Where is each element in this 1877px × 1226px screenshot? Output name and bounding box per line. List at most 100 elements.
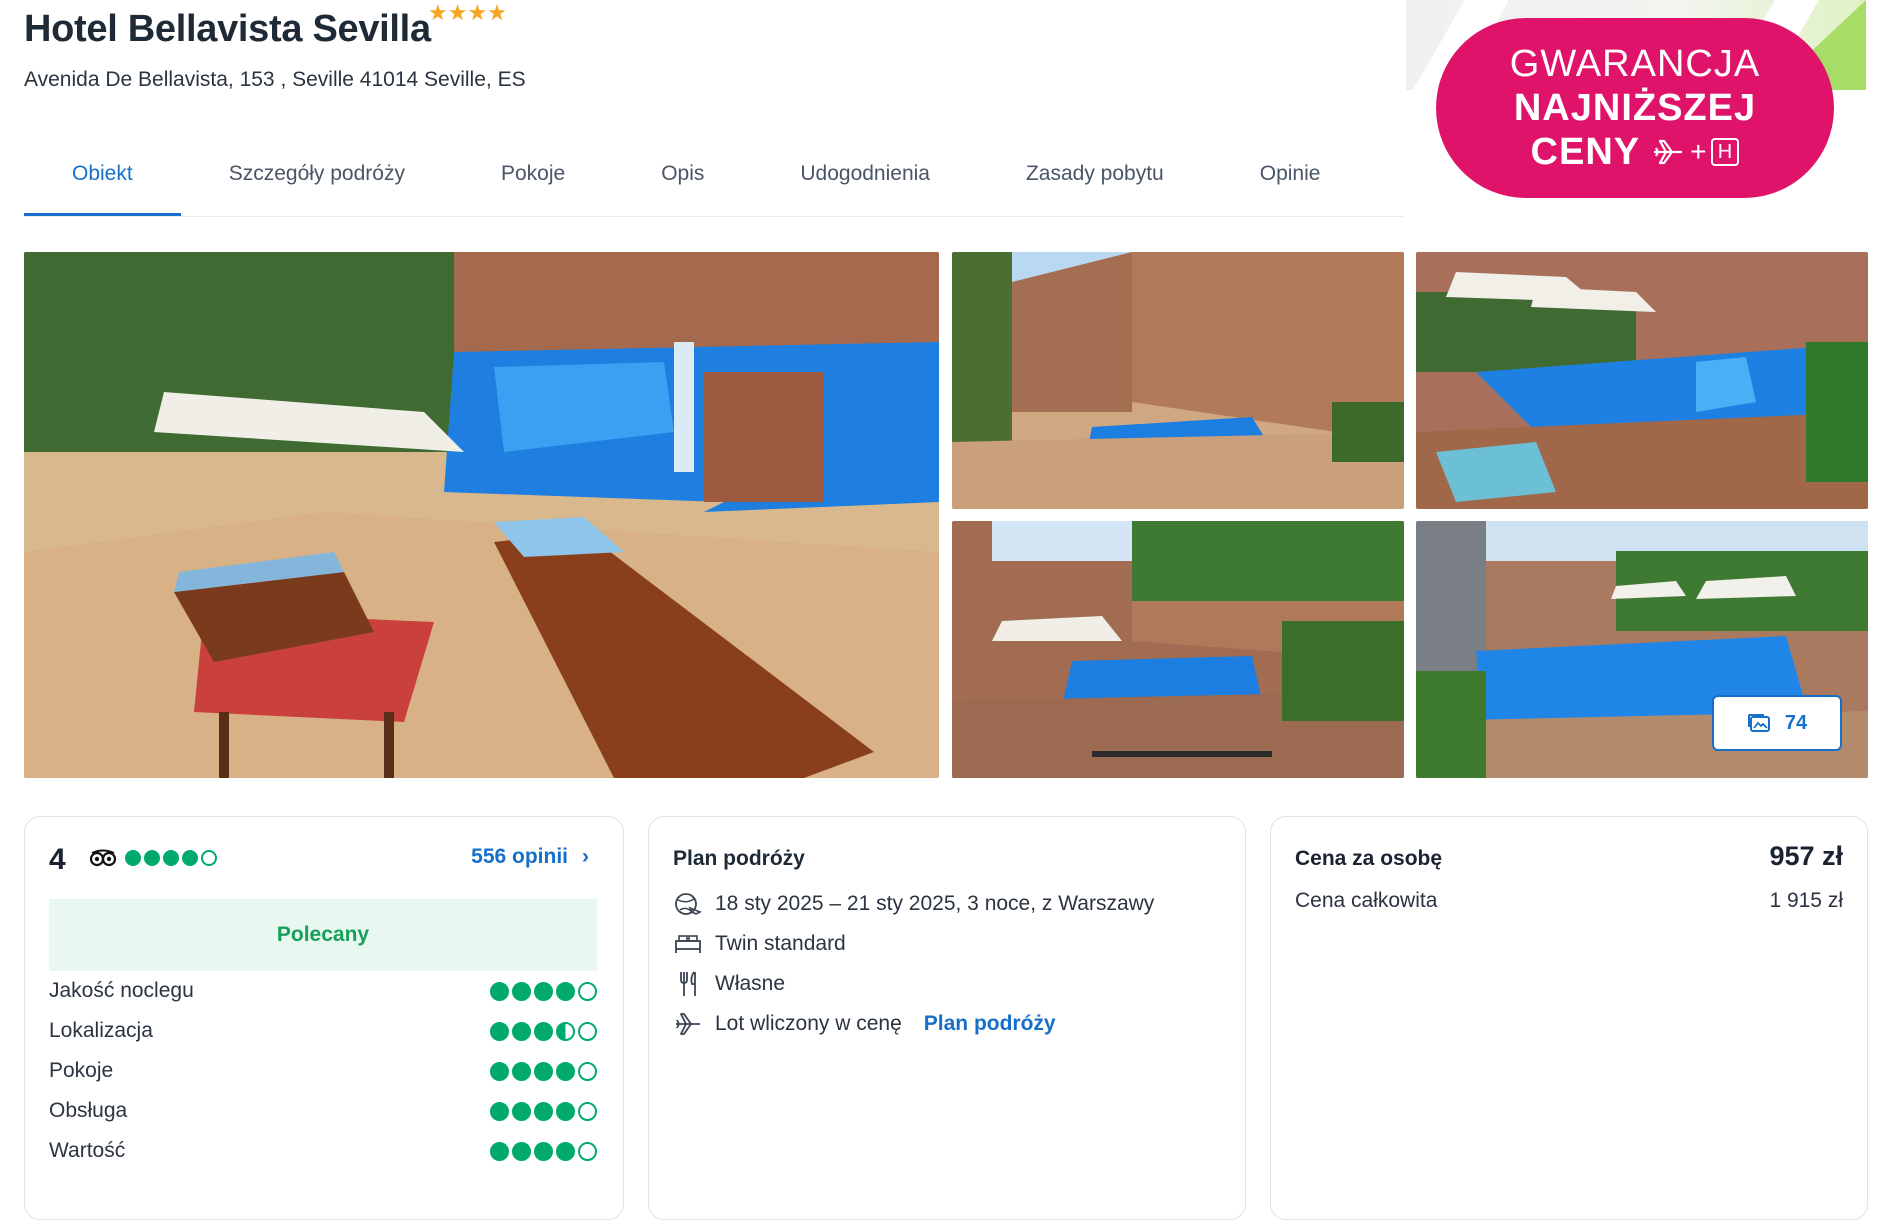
hotel-h-icon: H xyxy=(1711,138,1740,166)
hotel-star-rating: ★★★★ xyxy=(428,0,507,25)
plan-dates-row: 18 sty 2025 – 21 sty 2025, 3 noce, z War… xyxy=(673,889,1154,919)
rating-dot xyxy=(163,850,179,866)
rating-dot xyxy=(578,1101,597,1121)
tab-opinie[interactable]: Opinie xyxy=(1212,140,1369,216)
rating-dots xyxy=(490,1101,597,1121)
flight-hotel-icons: + H xyxy=(1652,130,1740,174)
rating-dot xyxy=(490,1021,509,1041)
rating-dot xyxy=(578,1021,597,1041)
plan-board: Własne xyxy=(715,972,786,995)
plan-flight-link[interactable]: Plan podróży xyxy=(924,1012,1056,1036)
tripadvisor-owl-icon xyxy=(89,849,117,867)
rating-dot xyxy=(512,1101,531,1121)
chevron-right-icon: › xyxy=(582,845,589,868)
recommended-banner: Polecany xyxy=(49,899,597,971)
tab-opis[interactable]: Opis xyxy=(613,140,752,216)
rating-dot xyxy=(534,1061,553,1081)
hotel-address: Avenida De Bellavista, 153 , Seville 410… xyxy=(24,68,526,91)
rating-dot xyxy=(556,1101,575,1121)
rating-dots xyxy=(490,1141,597,1161)
price-total-label: Cena całkowita xyxy=(1295,889,1438,912)
rating-dot xyxy=(534,981,553,1001)
plan-flight-row: Lot wliczony w cenę Plan podróży xyxy=(673,1009,1056,1039)
rating-label: Wartość xyxy=(49,1139,126,1162)
price-per-person-label: Cena za osobę xyxy=(1295,847,1443,870)
rating-dot xyxy=(490,981,509,1001)
rating-dot xyxy=(490,1061,509,1081)
opinions-link-label: 556 opinii xyxy=(471,845,568,868)
rating-dot xyxy=(182,850,198,866)
hotel-name: Hotel Bellavista Sevilla xyxy=(24,8,431,50)
price-card: Cena za osobę 957 zł Cena całkowita 1 91… xyxy=(1270,816,1868,1220)
rating-dots xyxy=(490,1061,597,1081)
rating-dot xyxy=(512,1061,531,1081)
tab-udogodnienia[interactable]: Udogodnienia xyxy=(752,140,978,216)
plane-icon xyxy=(1654,139,1683,165)
plan-room-row: Twin standard xyxy=(673,929,846,959)
rating-dot xyxy=(556,1141,575,1161)
tab-pokoje[interactable]: Pokoje xyxy=(453,140,613,216)
gallery-main-photo[interactable] xyxy=(24,252,939,778)
globe-plane-icon xyxy=(673,889,703,919)
rating-dot xyxy=(556,1061,575,1081)
gallery-photo-4[interactable] xyxy=(952,521,1404,778)
rating-dot xyxy=(578,1061,597,1081)
rating-dot xyxy=(144,850,160,866)
rating-dot xyxy=(512,1021,531,1041)
price-total-value: 1 915 zł xyxy=(1769,889,1843,912)
rating-row: Wartość xyxy=(49,1139,597,1163)
rating-dot xyxy=(512,981,531,1001)
all-photos-button[interactable]: 74 xyxy=(1712,695,1842,751)
rating-dot xyxy=(490,1141,509,1161)
gallery-photo-3[interactable] xyxy=(1416,252,1868,509)
rating-label: Obsługa xyxy=(49,1099,128,1122)
badge-line-2: NAJNIŻSZEJ xyxy=(1513,87,1757,129)
rating-dot xyxy=(556,981,575,1001)
review-score: 4 xyxy=(49,843,66,876)
rating-dot xyxy=(512,1141,531,1161)
tab-zasady-pobytu[interactable]: Zasady pobytu xyxy=(978,140,1212,216)
rating-dot xyxy=(534,1101,553,1121)
plan-dates: 18 sty 2025 – 21 sty 2025, 3 noce, z War… xyxy=(715,892,1155,915)
rating-label: Lokalizacja xyxy=(49,1019,153,1042)
tab-obiekt[interactable]: Obiekt xyxy=(24,140,181,216)
rating-dot xyxy=(578,981,597,1001)
rating-row: Jakość noclegu xyxy=(49,979,597,1003)
rating-label: Pokoje xyxy=(49,1059,114,1082)
tripadvisor-rating xyxy=(89,849,217,867)
tabs-divider xyxy=(24,216,1404,217)
trip-plan-card: Plan podróży 18 sty 2025 – 21 sty 2025, … xyxy=(648,816,1246,1220)
gallery-photo-2[interactable] xyxy=(952,252,1404,509)
rating-label: Jakość noclegu xyxy=(49,979,194,1002)
rating-dot xyxy=(490,1101,509,1121)
rating-dot xyxy=(201,850,217,866)
price-per-person-value: 957 zł xyxy=(1769,841,1843,871)
plane-icon xyxy=(673,1009,703,1039)
score-dots xyxy=(125,850,217,866)
rating-dot xyxy=(578,1141,597,1161)
badge-line-3: CENY + H xyxy=(1436,130,1834,174)
section-tabs: Obiekt Szczegóły podróży Pokoje Opis Udo… xyxy=(24,140,1368,218)
photo-count-label: 74 xyxy=(1784,711,1808,734)
plan-board-row: Własne xyxy=(673,969,785,999)
plan-flight: Lot wliczony w cenę xyxy=(715,1012,902,1035)
lowest-price-guarantee-badge[interactable]: GWARANCJA NAJNIŻSZEJ CENY + H xyxy=(1436,18,1834,198)
badge-line-3-text: CENY xyxy=(1530,131,1641,173)
badge-line-1: GWARANCJA xyxy=(1509,43,1761,85)
opinions-link[interactable]: 556 opinii › xyxy=(471,845,589,869)
rating-row: Lokalizacja xyxy=(49,1019,597,1043)
rating-dot xyxy=(125,850,141,866)
rating-row: Pokoje xyxy=(49,1059,597,1083)
tab-szczegoly-podrozy[interactable]: Szczegóły podróży xyxy=(181,140,453,216)
fork-knife-icon xyxy=(673,969,703,999)
bed-icon xyxy=(673,929,703,959)
rating-dot xyxy=(534,1141,553,1161)
plan-room: Twin standard xyxy=(715,932,846,955)
rating-dots xyxy=(490,981,597,1001)
rating-dot xyxy=(534,1021,553,1041)
plan-title: Plan podróży xyxy=(673,847,805,870)
badge-plus: + xyxy=(1690,136,1708,167)
rating-dot xyxy=(556,1021,575,1041)
reviews-card: 4 556 opinii › Polecany Jakość noclegu Lo… xyxy=(24,816,624,1220)
photos-icon xyxy=(1747,714,1770,732)
